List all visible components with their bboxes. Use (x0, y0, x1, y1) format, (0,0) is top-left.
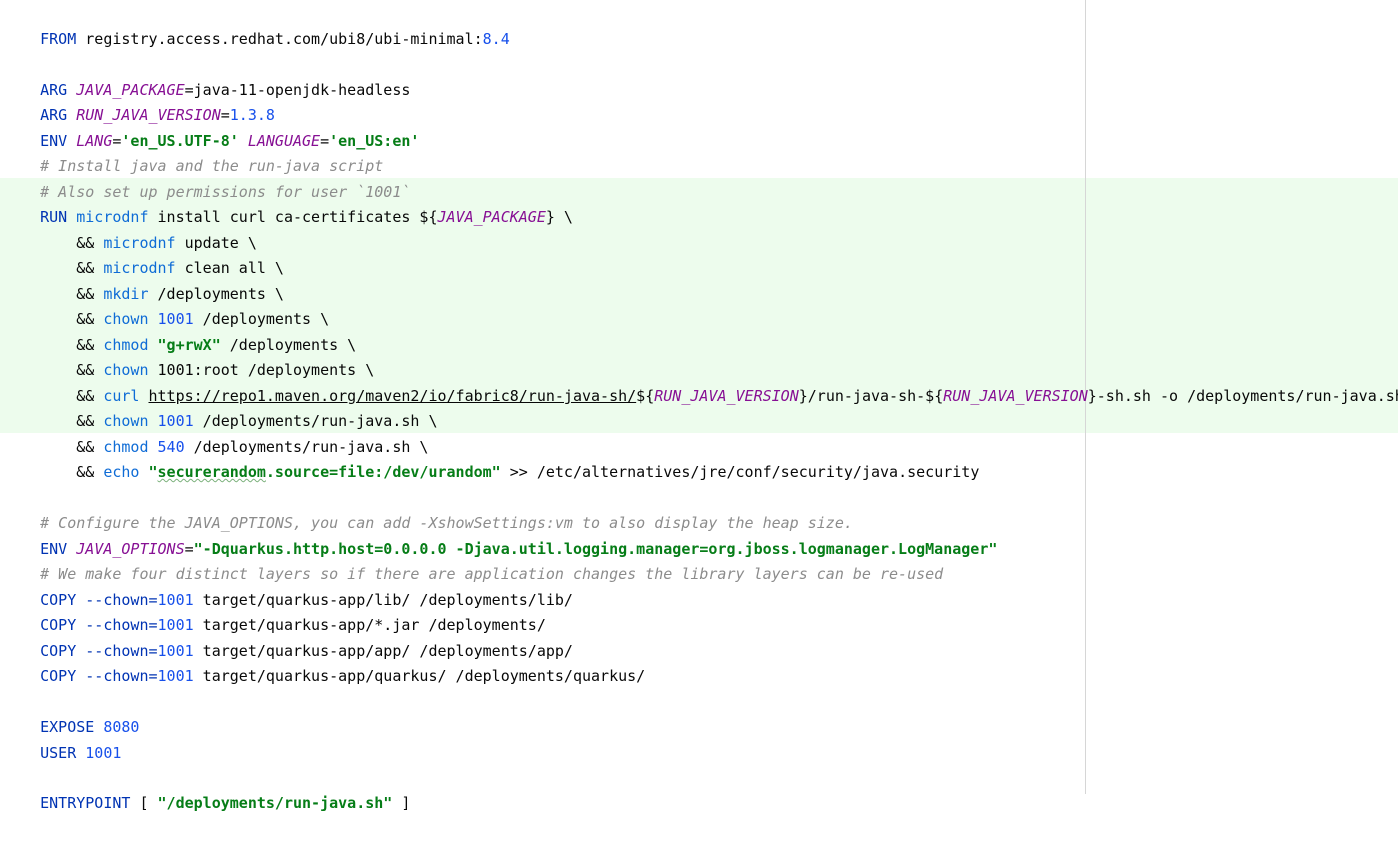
code-line-15[interactable]: && curl https://repo1.maven.org/maven2/i… (4, 359, 1398, 405)
bracket-token: ] (392, 794, 411, 812)
code-line-4[interactable]: ARG RUN_JAVA_VERSION=1.3.8 (4, 78, 275, 124)
code-line-5[interactable]: ENV LANG='en_US.UTF-8' LANGUAGE='en_US:e… (4, 104, 419, 150)
code-line-7[interactable]: # Also set up permissions for user `1001… (4, 155, 410, 201)
code-line-6[interactable]: # Install java and the run-java script (4, 129, 383, 175)
code-line-24[interactable]: COPY --chown=1001 target/quarkus-app/*.j… (4, 588, 546, 634)
code-line-23[interactable]: COPY --chown=1001 target/quarkus-app/lib… (4, 563, 573, 609)
flag-token: --chown= (76, 667, 158, 685)
code-line-21[interactable]: ENV JAVA_OPTIONS="-Dquarkus.http.host=0.… (4, 512, 997, 558)
code-line-8[interactable]: RUN microdnf install curl ca-certificate… (4, 180, 573, 226)
args-token: } \ (545, 208, 573, 226)
code-line-18[interactable]: && echo "securerandom.source=file:/dev/u… (4, 435, 979, 481)
code-line-13[interactable]: && chmod "g+rwX" /deployments \ (4, 308, 356, 354)
code-line-10[interactable]: && microdnf clean all \ (4, 231, 284, 277)
code-line-14[interactable]: && chown 1001:root /deployments \ (4, 333, 374, 379)
number-token: 1001 (157, 667, 194, 685)
code-line-25[interactable]: COPY --chown=1001 target/quarkus-app/app… (4, 614, 573, 660)
variable-token: RUN_JAVA_VERSION (943, 387, 1088, 405)
code-line-31[interactable]: ENTRYPOINT [ "/deployments/run-java.sh" … (4, 766, 410, 812)
number-token: 1001 (85, 744, 122, 762)
code-line-9[interactable]: && microdnf update \ (4, 206, 257, 252)
args-token: }-sh.sh -o /deployments/run-java.sh \ (1087, 387, 1398, 405)
args-token: ${ (636, 387, 655, 405)
keyword-token: ENTRYPOINT (40, 794, 131, 812)
image-token: registry.access.redhat.com/ubi8/ubi-mini… (76, 30, 483, 48)
command-token: echo (103, 463, 140, 481)
code-line-1[interactable]: FROM registry.access.redhat.com/ubi8/ubi… (4, 2, 510, 48)
variable-token: RUN_JAVA_VERSION (654, 387, 799, 405)
code-line-22[interactable]: # We make four distinct layers so if the… (4, 537, 943, 583)
args-token: >> /etc/alternatives/jre/conf/security/j… (500, 463, 980, 481)
keyword-token: COPY (40, 667, 77, 685)
keyword-token: USER (40, 744, 77, 762)
args-token: target/quarkus-app/quarkus/ /deployments… (193, 667, 646, 685)
code-line-26[interactable]: COPY --chown=1001 target/quarkus-app/qua… (4, 639, 645, 685)
code-line-12[interactable]: && chown 1001 /deployments \ (4, 282, 329, 328)
bracket-token: [ (130, 794, 158, 812)
code-line-28[interactable]: EXPOSE 8080 (4, 690, 139, 736)
code-editor[interactable]: FROM registry.access.redhat.com/ubi8/ubi… (0, 0, 1398, 812)
code-line-29[interactable]: USER 1001 (4, 716, 121, 762)
operator-token: && (40, 463, 104, 481)
code-line-20[interactable]: # Configure the JAVA_OPTIONS, you can ad… (4, 486, 853, 532)
string-token: " (148, 463, 158, 481)
keyword-token: FROM (40, 30, 77, 48)
string-token: "/deployments/run-java.sh" (157, 794, 393, 812)
typo-token: securerandom (157, 463, 266, 481)
string-token: .source=file:/dev/urandom" (265, 463, 501, 481)
variable-token: JAVA_PACKAGE (437, 208, 546, 226)
code-line-11[interactable]: && mkdir /deployments \ (4, 257, 284, 303)
args-token: }/run-java-sh-${ (798, 387, 944, 405)
code-line-17[interactable]: && chmod 540 /deployments/run-java.sh \ (4, 410, 428, 456)
code-line-3[interactable]: ARG JAVA_PACKAGE=java-11-openjdk-headles… (4, 53, 410, 99)
number-token: 8.4 (482, 30, 510, 48)
code-line-16[interactable]: && chown 1001 /deployments/run-java.sh \ (4, 384, 437, 430)
